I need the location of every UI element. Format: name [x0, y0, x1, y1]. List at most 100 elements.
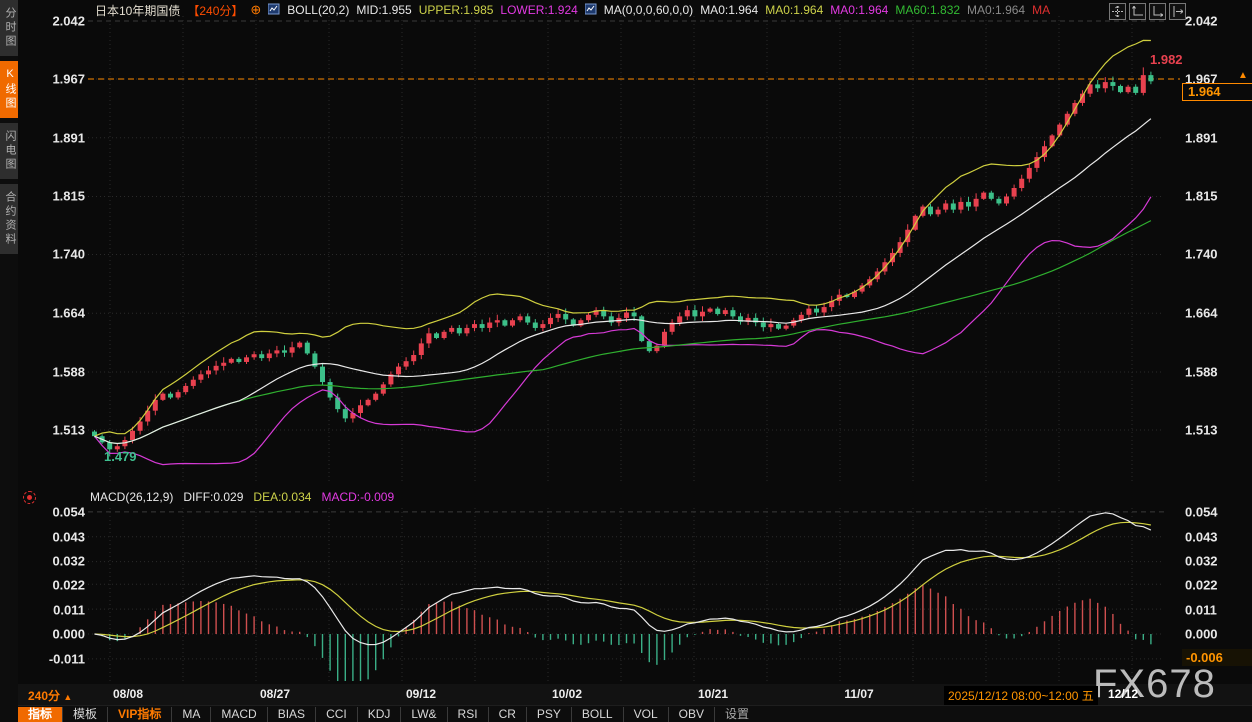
candle-body: [259, 354, 264, 358]
high-price-marker: 1.982: [1150, 52, 1183, 67]
candle-body: [267, 353, 272, 358]
price-label-right: 1.588: [1185, 365, 1218, 380]
macd-label-right: 0.011: [1185, 603, 1217, 618]
plus-icon[interactable]: ⊕: [250, 2, 261, 18]
candle-body: [457, 328, 462, 333]
candle-body: [487, 323, 492, 328]
toolbar-item-vol[interactable]: VOL: [624, 707, 669, 722]
latest-price-arrow-icon[interactable]: ▲: [1238, 70, 1248, 81]
toolbar-item-vip-indicator[interactable]: VIP指标: [108, 707, 172, 722]
candle-body: [723, 310, 728, 314]
toolbar-item-obv[interactable]: OBV: [669, 707, 715, 722]
sidebar-tab-contract-info[interactable]: 合约资料: [0, 184, 18, 254]
toolbar-item-bias[interactable]: BIAS: [268, 707, 316, 722]
boll-label: BOLL(20,2): [287, 3, 349, 17]
candle-body: [692, 310, 697, 316]
toolbar-item-kdj[interactable]: KDJ: [358, 707, 402, 722]
candle-body: [632, 312, 637, 316]
indicator-dot-icon[interactable]: [23, 491, 36, 504]
price-label-left: 1.513: [30, 423, 85, 438]
last-bar-date: 12/12: [1108, 687, 1138, 701]
toolbar-item-indicator[interactable]: 指标: [18, 707, 63, 722]
toolbar-item-cci[interactable]: CCI: [316, 707, 358, 722]
toolbar-item-template[interactable]: 模板: [63, 707, 108, 722]
price-label-left: 1.891: [30, 131, 85, 146]
period-tag[interactable]: 【240分】: [187, 2, 243, 19]
candle-body: [1004, 197, 1009, 204]
candle-body: [320, 367, 325, 382]
candle-body: [290, 347, 295, 352]
macd-label-right: 0.032: [1185, 554, 1218, 569]
candle-body: [647, 341, 652, 351]
toolbar-item-boll[interactable]: BOLL: [572, 707, 624, 722]
candle-body: [168, 394, 173, 398]
toolbar-item-cr[interactable]: CR: [489, 707, 527, 722]
toolbar-item-ma[interactable]: MA: [172, 707, 211, 722]
x-axis-date: 10/02: [552, 687, 582, 701]
macd-label-left: 0.011: [30, 603, 85, 618]
price-label-left: 1.664: [30, 306, 85, 321]
toolbar-item-lw[interactable]: LW&: [401, 707, 447, 722]
period-up-arrow-icon: ▲: [63, 692, 72, 702]
candle-body: [730, 310, 735, 316]
macd-label-right: 0.000: [1185, 627, 1218, 642]
session-timestamp: 2025/12/12 08:00~12:00 五: [944, 686, 1098, 705]
boll-mid-line: [95, 119, 1151, 444]
candle-body: [624, 312, 629, 317]
sidebar-tab-timeline[interactable]: 分时图: [0, 0, 18, 56]
toolbar-item-settings[interactable]: 设置: [715, 707, 759, 722]
ma-value-1: MA0:1.964: [700, 3, 758, 17]
ma-chart-icon[interactable]: [585, 3, 597, 18]
candle-body: [305, 343, 310, 354]
candle-body: [1103, 82, 1108, 88]
price-label-right: 1.513: [1185, 423, 1218, 438]
candle-body: [989, 193, 994, 199]
macd-label-left: 0.000: [30, 627, 85, 642]
toolbar-item-psy[interactable]: PSY: [527, 707, 572, 722]
candle-body: [480, 324, 485, 328]
macd-diff-line: [95, 513, 1151, 645]
x-axis-date: 08/08: [113, 687, 143, 701]
candle-body: [1012, 188, 1017, 197]
macd-label-right: 0.054: [1185, 505, 1218, 520]
candle-body: [183, 386, 188, 392]
price-label-right: 1.891: [1185, 131, 1218, 146]
candle-body: [518, 316, 523, 320]
boll-lower-line: [95, 197, 1151, 465]
candle-body: [768, 324, 773, 327]
candle-body: [540, 324, 545, 328]
candle-body: [221, 363, 226, 366]
toolbar-item-macd[interactable]: MACD: [211, 707, 267, 722]
macd-diff-value: DIFF:0.029: [183, 490, 243, 504]
candle-body: [556, 314, 561, 318]
candle-body: [1141, 75, 1146, 93]
candle-body: [442, 332, 447, 338]
candle-body: [936, 210, 941, 215]
chart-canvas[interactable]: [0, 0, 1252, 722]
macd-label-right: 0.022: [1185, 578, 1218, 593]
price-label-right: 1.740: [1185, 247, 1218, 262]
candle-body: [434, 333, 439, 338]
pan-tool-icon[interactable]: [1109, 3, 1126, 20]
sidebar-tab-candlestick[interactable]: K线图: [0, 61, 18, 118]
candle-body: [1027, 168, 1032, 179]
price-label-right: 1.815: [1185, 189, 1218, 204]
statusbar: 240分 ▲ 08/08 08/27 09/12 10/02 10/21 11/…: [18, 684, 1252, 705]
candle-body: [419, 343, 424, 355]
candle-body: [943, 203, 948, 209]
candle-body: [449, 328, 454, 332]
scale-time-axis-icon[interactable]: [1149, 3, 1166, 20]
scale-price-axis-icon[interactable]: [1129, 3, 1146, 20]
candle-body: [981, 193, 986, 199]
shift-right-icon[interactable]: [1169, 3, 1186, 20]
candle-body: [548, 318, 553, 324]
toolbar-item-rsi[interactable]: RSI: [448, 707, 489, 722]
candle-body: [974, 199, 979, 207]
statusbar-period[interactable]: 240分 ▲: [28, 687, 72, 704]
sidebar-tab-lightning[interactable]: 闪电图: [0, 123, 18, 179]
boll-chart-icon[interactable]: [268, 3, 280, 18]
candle-body: [814, 309, 819, 313]
boll-upper-value: UPPER:1.985: [419, 3, 494, 17]
x-axis-date: 08/27: [260, 687, 290, 701]
candle-body: [198, 374, 203, 379]
